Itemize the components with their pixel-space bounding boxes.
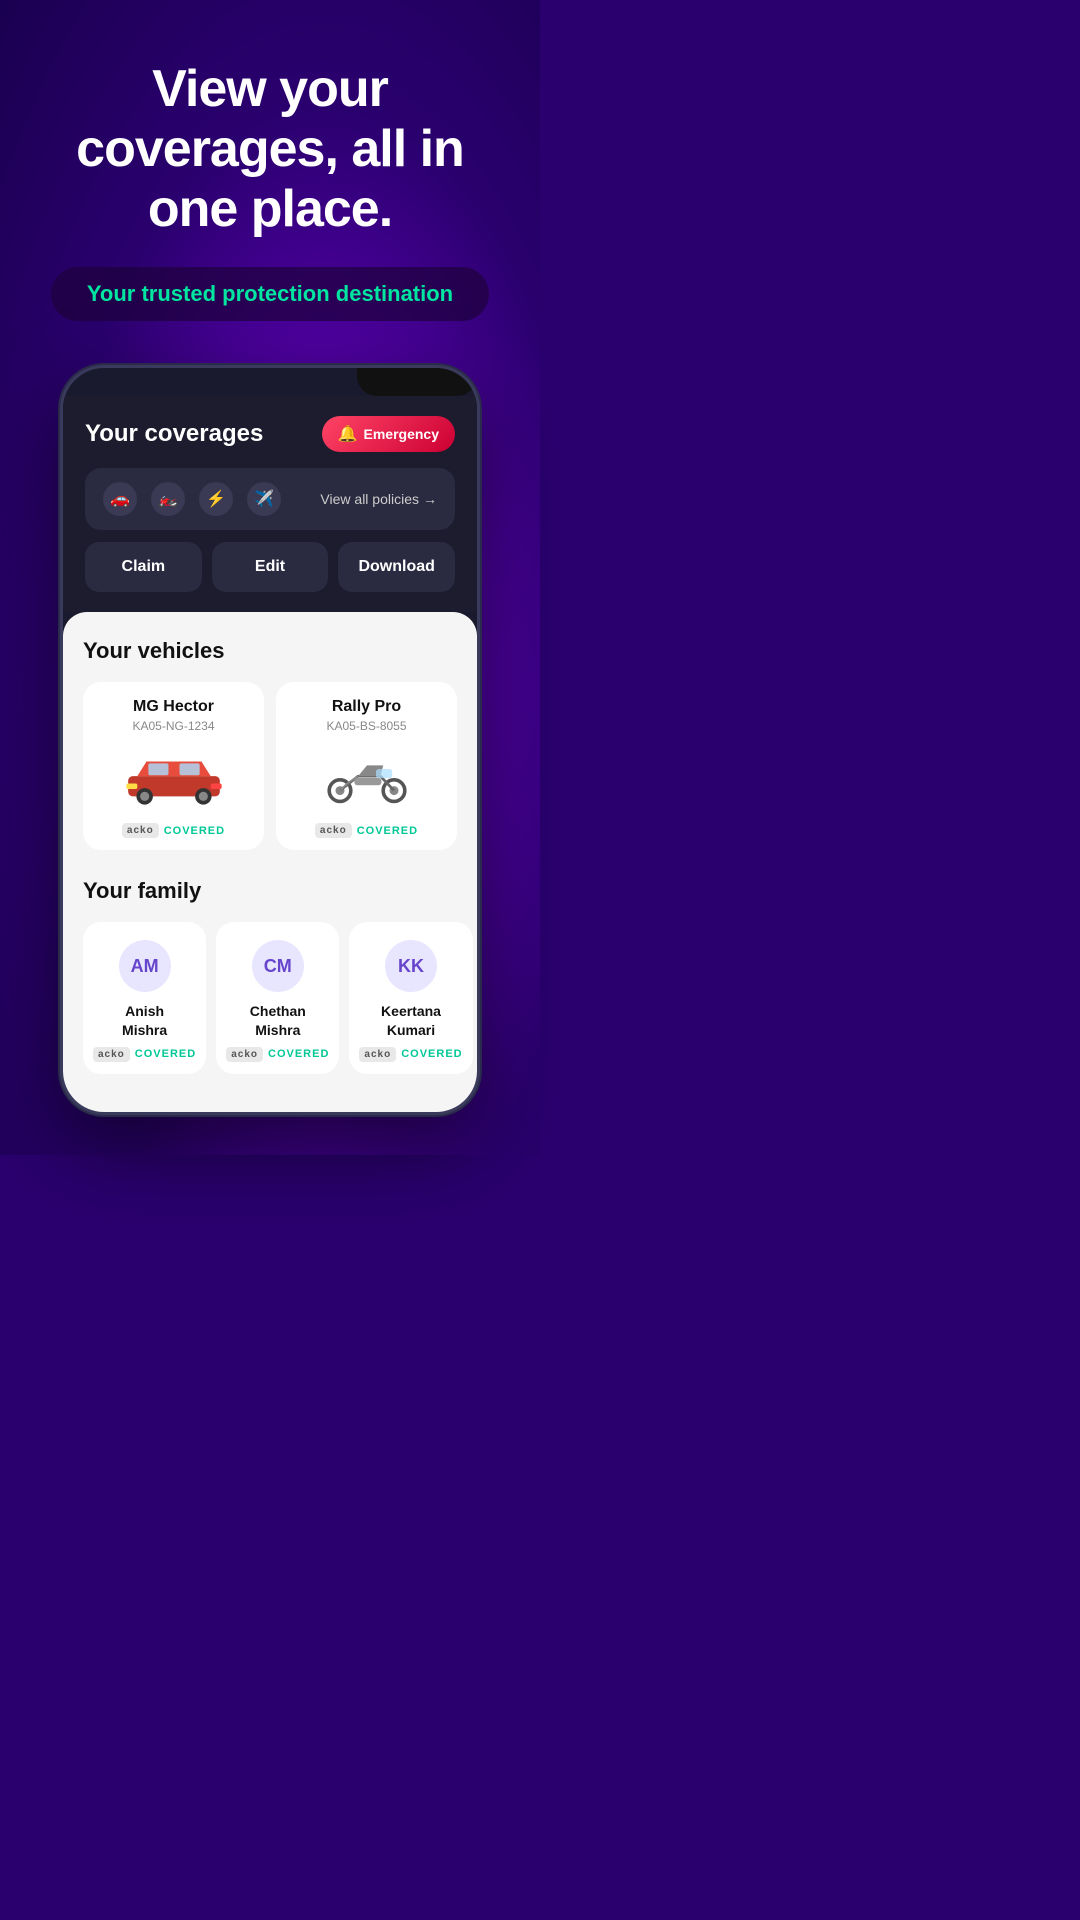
policy-icons-row: 🚗 🏍️ ⚡ ✈️ View all policies → — [85, 468, 455, 530]
claim-button[interactable]: Claim — [85, 542, 202, 592]
covered-badge-am: acko COVERED — [93, 1047, 196, 1062]
family-card-cm[interactable]: CM ChethanMishra acko COVERED — [216, 922, 339, 1073]
vehicle-name-1: MG Hector — [133, 698, 214, 716]
family-grid: AM AnishMishra acko COVERED CM ChethanMi… — [83, 922, 457, 1073]
covered-label-cm: COVERED — [268, 1048, 329, 1060]
avatar-kk: KK — [385, 940, 437, 992]
travel-policy-icon[interactable]: ✈️ — [247, 482, 281, 516]
covered-label-2: COVERED — [357, 825, 418, 837]
family-card-am[interactable]: AM AnishMishra acko COVERED — [83, 922, 206, 1073]
bell-icon: 🔔 — [338, 424, 358, 444]
vehicle-name-2: Rally Pro — [332, 698, 401, 716]
phone-mockup: Your coverages 🔔 Emergency 🚗 🏍️ ⚡ ✈️ Vi — [60, 365, 480, 1115]
vehicles-grid: MG Hector KA05-NG-1234 — [83, 682, 457, 850]
white-content-section: Your vehicles MG Hector KA05-NG-1234 — [63, 612, 477, 1112]
avatar-cm: CM — [252, 940, 304, 992]
edit-label: Edit — [255, 558, 285, 575]
family-name-kk: KeertanaKumari — [381, 1002, 441, 1038]
hero-title: View your coverages, all in one place. — [30, 60, 510, 239]
arrow-right-icon: → — [423, 491, 437, 507]
acko-logo-2: acko — [315, 823, 352, 838]
family-name-am: AnishMishra — [122, 1002, 167, 1038]
covered-badge-cm: acko COVERED — [226, 1047, 329, 1062]
family-name-cm: ChethanMishra — [250, 1002, 306, 1038]
view-all-label: View all policies — [320, 491, 419, 507]
avatar-am: AM — [119, 940, 171, 992]
policy-icon-list: 🚗 🏍️ ⚡ ✈️ — [103, 482, 281, 516]
vehicle-card-mg-hector[interactable]: MG Hector KA05-NG-1234 — [83, 682, 264, 850]
vehicle-card-rally-pro[interactable]: Rally Pro KA05-BS-8055 — [276, 682, 457, 850]
claim-label: Claim — [122, 558, 166, 575]
acko-logo-am: acko — [93, 1047, 130, 1062]
covered-badge-kk: acko COVERED — [359, 1047, 462, 1062]
phone-notch — [357, 368, 477, 396]
vehicles-section-title: Your vehicles — [83, 638, 457, 664]
car-policy-icon[interactable]: 🚗 — [103, 482, 137, 516]
coverages-title: Your coverages — [85, 420, 263, 448]
bike-policy-icon[interactable]: 🏍️ — [151, 482, 185, 516]
car-image — [97, 743, 250, 813]
covered-label-kk: COVERED — [401, 1048, 462, 1060]
acko-logo-1: acko — [122, 823, 159, 838]
emergency-button[interactable]: 🔔 Emergency — [322, 416, 455, 452]
edit-button[interactable]: Edit — [212, 542, 329, 592]
dark-section: Your coverages 🔔 Emergency 🚗 🏍️ ⚡ ✈️ Vi — [63, 396, 477, 612]
coverages-header: Your coverages 🔔 Emergency — [85, 416, 455, 452]
motorcycle-image — [290, 743, 443, 813]
phone-screen: Your coverages 🔔 Emergency 🚗 🏍️ ⚡ ✈️ Vi — [63, 396, 477, 1112]
covered-badge-2: acko COVERED — [315, 823, 418, 838]
action-buttons-row: Claim Edit Download — [85, 542, 455, 592]
emergency-label: Emergency — [364, 426, 439, 442]
download-button[interactable]: Download — [338, 542, 455, 592]
acko-logo-kk: acko — [359, 1047, 396, 1062]
view-all-policies-link[interactable]: View all policies → — [320, 491, 437, 507]
covered-label-1: COVERED — [164, 825, 225, 837]
family-section-title: Your family — [83, 878, 457, 904]
hero-background: View your coverages, all in one place. Y… — [0, 0, 540, 1155]
family-card-kk[interactable]: KK KeertanaKumari acko COVERED — [349, 922, 472, 1073]
vehicle-plate-1: KA05-NG-1234 — [132, 719, 214, 733]
download-label: Download — [358, 558, 434, 575]
ev-policy-icon[interactable]: ⚡ — [199, 482, 233, 516]
covered-badge-1: acko COVERED — [122, 823, 225, 838]
vehicle-plate-2: KA05-BS-8055 — [326, 719, 406, 733]
hero-subtitle: Your trusted protection destination — [87, 281, 453, 307]
acko-logo-cm: acko — [226, 1047, 263, 1062]
hero-subtitle-pill: Your trusted protection destination — [51, 267, 489, 321]
covered-label-am: COVERED — [135, 1048, 196, 1060]
